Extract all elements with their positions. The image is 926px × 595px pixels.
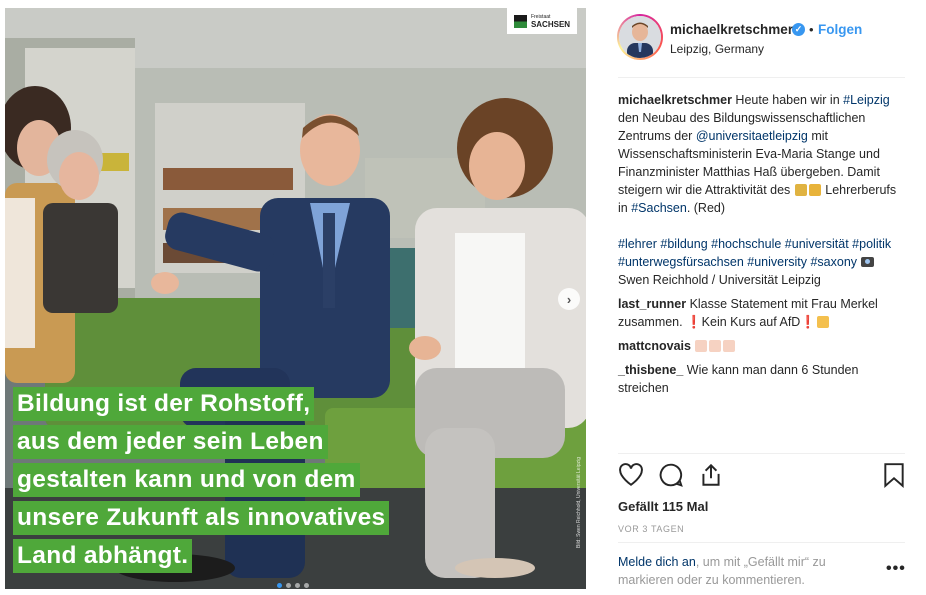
- quote-line: aus dem jeder sein Leben: [13, 425, 328, 459]
- heart-icon[interactable]: [618, 462, 644, 488]
- verified-badge-icon: ✓: [792, 23, 805, 36]
- hashtag-list[interactable]: #lehrer #bildung #hochschule #universitä…: [618, 237, 891, 269]
- header-separator: •: [809, 22, 814, 37]
- exclamation-icon: ❗: [800, 315, 816, 329]
- quote-line: unsere Zukunft als innovatives: [13, 501, 390, 535]
- teacher-emoji-icon: [794, 184, 807, 196]
- carousel-dot: [304, 583, 309, 588]
- divider: [618, 453, 905, 454]
- hashtag-block: #lehrer #bildung #hochschule #universitä…: [618, 237, 892, 287]
- comment: last_runner Klasse Statement mit Frau Me…: [618, 297, 878, 329]
- post-caption: michaelkretschmer Heute haben wir in #Le…: [618, 93, 897, 215]
- sachsen-logo: Freistaat SACHSEN: [507, 8, 577, 34]
- sachsen-crest-icon: [513, 14, 527, 28]
- divider: [618, 77, 905, 78]
- comment-icon[interactable]: [658, 462, 684, 488]
- login-link[interactable]: Melde dich an: [618, 555, 696, 569]
- username-link[interactable]: michaelkretschmer: [670, 22, 793, 37]
- caption-username[interactable]: michaelkretschmer: [618, 93, 732, 107]
- clap-emoji-icon: [709, 340, 722, 352]
- avatar[interactable]: [617, 14, 663, 60]
- camera-icon: [860, 257, 874, 267]
- exclamation-icon: ❗: [686, 315, 702, 329]
- quote-line: Bildung ist der Rohstoff,: [13, 387, 315, 421]
- logo-main-text: SACHSEN: [530, 20, 571, 29]
- divider: [618, 542, 905, 543]
- avatar-image: [619, 16, 661, 58]
- comment-username[interactable]: _thisbene_: [618, 363, 683, 377]
- carousel-dot: [286, 583, 291, 588]
- follow-button[interactable]: Folgen: [818, 22, 862, 37]
- hashtag-link[interactable]: #Leipzig: [843, 93, 890, 107]
- bookmark-icon[interactable]: [883, 462, 905, 488]
- photo-credit: Bild: Swen Reichhold, Universität Leipzi…: [576, 457, 582, 548]
- teacher-emoji-icon: [808, 184, 821, 196]
- clap-emoji-icon: [695, 340, 708, 352]
- comment-username[interactable]: mattcnovais: [618, 339, 691, 353]
- more-options-button[interactable]: •••: [886, 560, 906, 578]
- post-header: michaelkretschmer ✓ • Folgen Leipzig, Ge…: [617, 14, 908, 64]
- location-link[interactable]: Leipzig, Germany: [670, 42, 764, 56]
- comment: mattcnovais: [618, 337, 908, 355]
- carousel-dots: [277, 583, 309, 588]
- mention-link[interactable]: @universitaetleipzig: [696, 129, 808, 143]
- clap-emoji-icon: [816, 316, 829, 328]
- carousel-dot-active: [277, 583, 282, 588]
- clap-emoji-icon: [723, 340, 736, 352]
- action-bar: [618, 462, 908, 492]
- hashtag-link[interactable]: #Sachsen: [631, 201, 687, 215]
- carousel-dot: [295, 583, 300, 588]
- comments-section: michaelkretschmer Heute haben wir in #Le…: [618, 91, 908, 403]
- photo-quote: Bildung ist der Rohstoff, aus dem jeder …: [13, 387, 413, 577]
- quote-line: Land abhängt.: [13, 539, 193, 573]
- post-photo[interactable]: Freistaat SACHSEN › Bildung ist der Rohs…: [5, 8, 586, 589]
- post-timestamp[interactable]: VOR 3 TAGEN: [618, 524, 684, 534]
- share-icon[interactable]: [698, 462, 724, 488]
- likes-count[interactable]: Gefällt 115 Mal: [618, 499, 708, 514]
- comment: _thisbene_ Wie kann man dann 6 Stunden s…: [618, 363, 859, 395]
- login-prompt: Melde dich an, um mit „Gefällt mir“ zu m…: [618, 555, 826, 587]
- quote-line: gestalten kann und von dem: [13, 463, 360, 497]
- next-slide-button[interactable]: ›: [558, 288, 580, 310]
- comment-username[interactable]: last_runner: [618, 297, 686, 311]
